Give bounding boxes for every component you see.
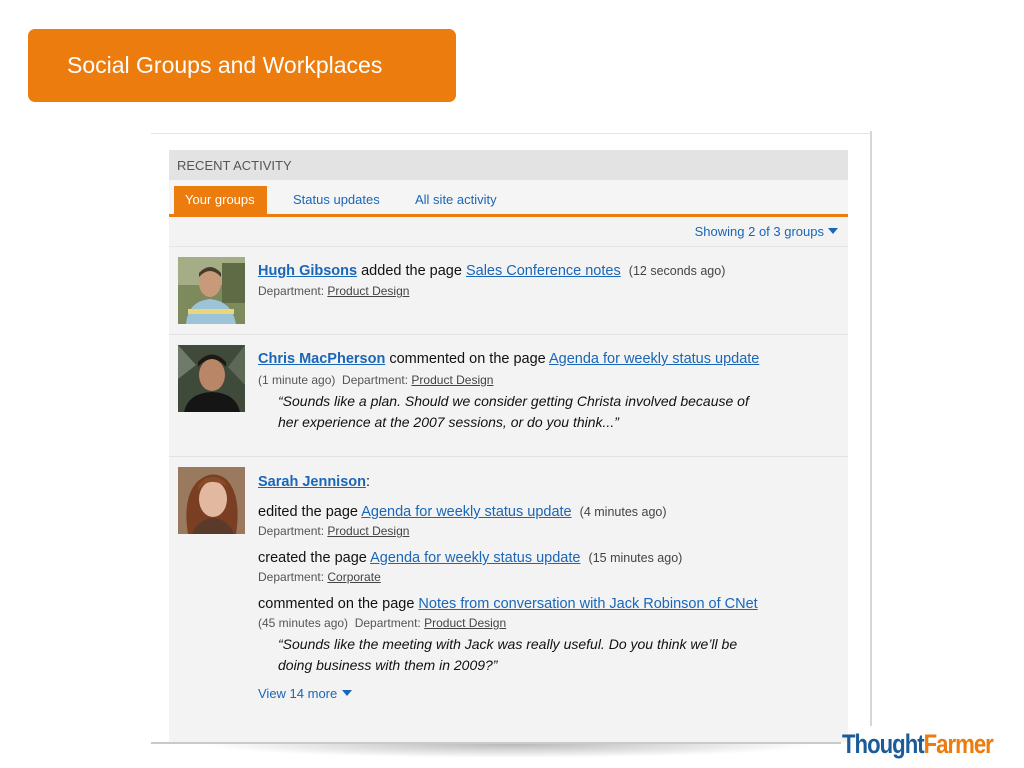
department-label: Department:: [258, 524, 328, 538]
slide-title-banner: Social Groups and Workplaces: [28, 29, 456, 102]
widget-header: RECENT ACTIVITY: [169, 150, 848, 180]
timestamp: (45 minutes ago): [258, 616, 349, 630]
view-more-button[interactable]: View 14 more: [258, 686, 838, 701]
tab-all-site-activity[interactable]: All site activity: [415, 192, 497, 207]
comment-quote: “Sounds like a plan. Should we consider …: [258, 391, 838, 433]
action-text: commented on the page: [385, 351, 549, 367]
entry-content: Hugh Gibsons added the page Sales Confer…: [258, 262, 838, 299]
action-text: created the page: [258, 550, 371, 566]
entry-content: Sarah Jennison: edited the page Agenda f…: [258, 473, 838, 701]
page-link[interactable]: Agenda for weekly status update: [549, 351, 759, 367]
page-link[interactable]: Notes from conversation with Jack Robins…: [418, 596, 757, 612]
logo-part-farmer: Farmer: [923, 729, 994, 759]
recent-activity-widget: RECENT ACTIVITY Your groups Status updat…: [169, 150, 848, 742]
tab-status-updates[interactable]: Status updates: [293, 192, 380, 207]
department-link[interactable]: Corporate: [327, 570, 380, 584]
comment-quote: “Sounds like the meeting with Jack was r…: [258, 634, 838, 676]
entry-content: Chris MacPherson commented on the page A…: [258, 350, 838, 433]
comment-line: “Sounds like a plan. Should we consider …: [278, 393, 749, 409]
chevron-down-icon: [342, 690, 353, 696]
view-more-label: View 14 more: [258, 686, 338, 701]
user-link[interactable]: Sarah Jennison: [258, 474, 366, 490]
department-label: Department:: [354, 616, 425, 630]
sub-activity: created the page Agenda for weekly statu…: [258, 549, 838, 567]
department-label: Department:: [258, 284, 328, 298]
frame-shadow: [200, 744, 820, 758]
groups-filter-label: Showing 2 of 3 groups: [694, 224, 824, 239]
name-suffix: :: [365, 474, 371, 490]
action-text: commented on the page: [258, 596, 419, 612]
timestamp: (15 minutes ago): [588, 551, 683, 565]
avatar[interactable]: [178, 257, 245, 324]
action-text: edited the page: [258, 504, 362, 520]
department-label: Department:: [258, 570, 328, 584]
department-link[interactable]: Product Design: [411, 373, 493, 387]
page-link[interactable]: Agenda for weekly status update: [361, 504, 571, 520]
tab-your-groups[interactable]: Your groups: [174, 186, 267, 214]
slide-title: Social Groups and Workplaces: [67, 52, 383, 78]
sub-activity: edited the page Agenda for weekly status…: [258, 503, 838, 521]
department-link[interactable]: Product Design: [327, 284, 409, 298]
page-link[interactable]: Sales Conference notes: [466, 263, 621, 279]
action-text: added the page: [357, 263, 466, 279]
comment-line: her experience at the 2007 sessions, or …: [278, 414, 619, 430]
activity-tabs: Your groups Status updates All site acti…: [169, 180, 848, 217]
avatar[interactable]: [178, 467, 245, 534]
user-link[interactable]: Chris MacPherson: [258, 351, 385, 367]
department-label: Department:: [342, 373, 412, 387]
comment-line: doing business with them in 2009?”: [278, 657, 498, 673]
department-link[interactable]: Product Design: [327, 524, 409, 538]
thoughtfarmer-logo: ThoughtFarmer: [842, 729, 994, 760]
groups-filter-dropdown[interactable]: Showing 2 of 3 groups: [169, 217, 848, 247]
timestamp: (4 minutes ago): [579, 505, 667, 519]
avatar[interactable]: [178, 345, 245, 412]
frame-right-border: [870, 131, 872, 726]
department-link[interactable]: Product Design: [424, 616, 506, 630]
timestamp: (1 minute ago): [258, 373, 336, 387]
user-link[interactable]: Hugh Gibsons: [258, 263, 357, 279]
frame-top-border: [151, 133, 872, 134]
activity-entry: Sarah Jennison: edited the page Agenda f…: [169, 457, 848, 743]
chevron-down-icon: [828, 228, 838, 234]
page-link[interactable]: Agenda for weekly status update: [370, 550, 580, 566]
comment-line: “Sounds like the meeting with Jack was r…: [278, 636, 738, 652]
timestamp: (12 seconds ago): [628, 264, 726, 278]
logo-part-thought: Thought: [842, 729, 925, 759]
activity-entry: Chris MacPherson commented on the page A…: [169, 335, 848, 457]
sub-activity: commented on the page Notes from convers…: [258, 595, 838, 613]
activity-entry: Hugh Gibsons added the page Sales Confer…: [169, 247, 848, 335]
